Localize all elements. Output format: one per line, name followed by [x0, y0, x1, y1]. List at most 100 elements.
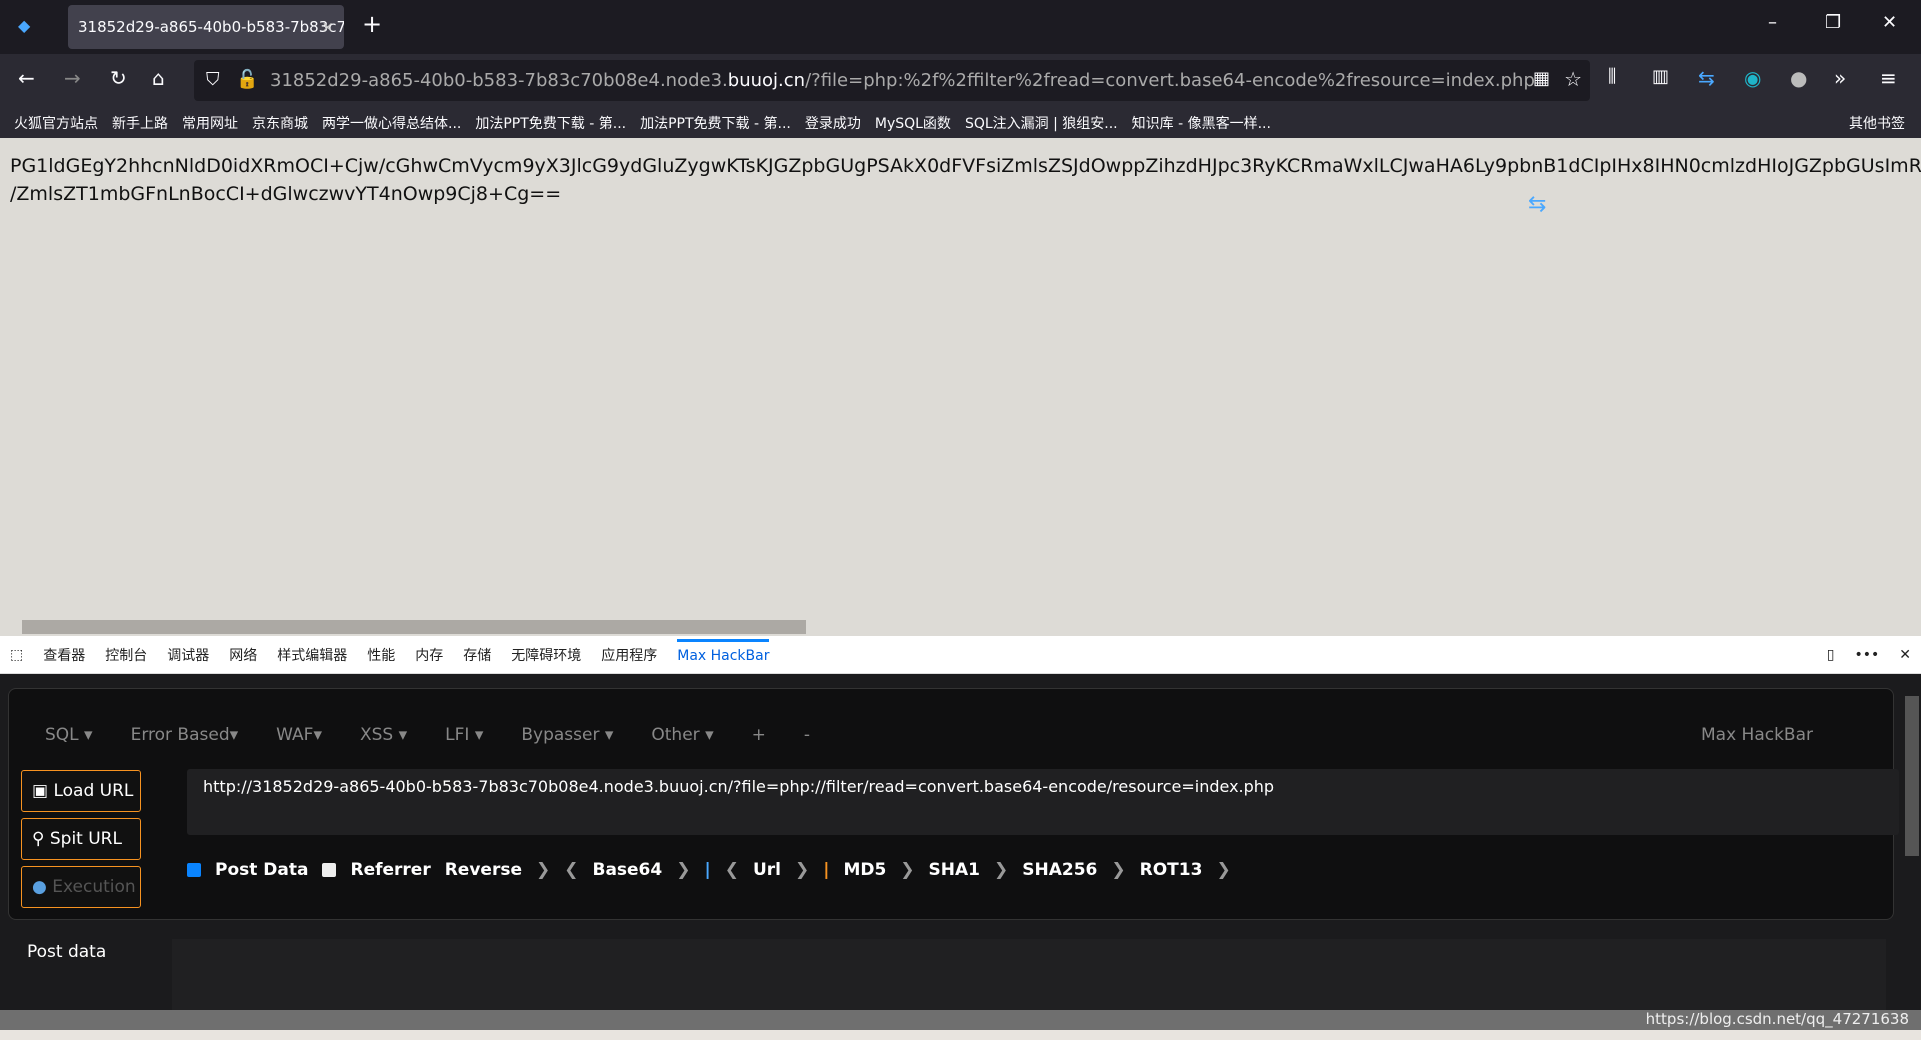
devtools-tab-hackbar[interactable]: Max HackBar [677, 639, 770, 664]
bookmark-item[interactable]: 京东商城 [252, 113, 308, 133]
arrow-left-icon[interactable]: ❮ [725, 860, 739, 880]
url-domain: buuoj.cn [727, 70, 806, 91]
url-button[interactable]: Url [753, 860, 781, 880]
referrer-label[interactable]: Referrer [350, 860, 430, 880]
md5-button[interactable]: MD5 [843, 860, 886, 880]
bookmark-item[interactable]: 两学一做心得总结体... [322, 113, 461, 133]
bookmark-item[interactable]: 新手上路 [112, 113, 168, 133]
menu-lfi[interactable]: LFI ▾ [445, 725, 483, 745]
bookmark-item[interactable]: SQL注入漏洞 | 狼组安... [965, 113, 1118, 133]
tab-title: 31852d29-a865-40b0-b583-7b83c70b08e4 [78, 18, 344, 36]
extension-icon[interactable]: ◉ [1744, 66, 1761, 90]
devtools-tab[interactable]: 性能 [367, 645, 395, 665]
more-icon[interactable]: ••• [1854, 647, 1879, 663]
post-data-checkbox[interactable] [187, 863, 201, 877]
devtools-tab[interactable]: 控制台 [105, 645, 147, 665]
arrow-right-icon[interactable]: ❯ [900, 860, 914, 880]
arrow-right-icon[interactable]: ❯ [795, 860, 809, 880]
menu-error-based[interactable]: Error Based▾ [131, 725, 239, 745]
execute-icon: ● [32, 877, 53, 897]
close-devtools-icon[interactable]: ✕ [1899, 647, 1911, 663]
bookmark-star-icon[interactable]: ☆ [1564, 67, 1582, 91]
browser-tab[interactable]: 31852d29-a865-40b0-b583-7b83c70b08e4× [68, 5, 344, 49]
library-icon[interactable]: ⫼ [1608, 66, 1616, 87]
horizontal-scrollbar[interactable] [0, 616, 1921, 636]
arrow-right-icon[interactable]: ❯ [676, 860, 690, 880]
arrow-right-icon[interactable]: ❯ [1216, 860, 1230, 880]
close-window-button[interactable]: ✕ [1882, 12, 1897, 33]
devtools-tab[interactable]: 样式编辑器 [277, 645, 347, 665]
minimize-button[interactable]: – [1768, 12, 1777, 33]
load-url-label: Load URL [53, 781, 134, 801]
qr-code-icon[interactable]: ▦ [1533, 68, 1550, 89]
close-tab-icon[interactable]: × [321, 5, 334, 49]
reload-button[interactable]: ↻ [110, 66, 127, 90]
sha256-button[interactable]: SHA256 [1022, 860, 1097, 880]
sidebar-icon[interactable]: ▥ [1652, 66, 1669, 87]
back-button[interactable]: ← [18, 66, 35, 90]
dock-icon[interactable]: ▯ [1827, 647, 1835, 663]
load-icon: ▣ [32, 781, 54, 801]
scrollbar-thumb[interactable] [1905, 696, 1919, 856]
devtools-tab[interactable]: 查看器 [43, 645, 85, 665]
floating-refresh-icon[interactable]: ⇆ [1528, 192, 1546, 217]
menu-sql[interactable]: SQL ▾ [45, 725, 93, 745]
element-picker-icon[interactable]: ⬚ [10, 647, 23, 663]
page-content: PG1ldGEgY2hhcnNldD0idXRmOCI+Cjw/cGhwCmVy… [0, 138, 1921, 616]
menu-other[interactable]: Other ▾ [651, 725, 713, 745]
url-bar[interactable]: ⛉ 🔓 31852d29-a865-40b0-b583-7b83c70b08e4… [194, 60, 1590, 101]
favicon-icon: ◆ [18, 16, 31, 35]
split-url-button[interactable]: ⚲ Spit URL [21, 818, 141, 860]
url-textarea[interactable]: http://31852d29-a865-40b0-b583-7b83c70b0… [187, 769, 1899, 835]
arrow-right-icon[interactable]: ❯ [1111, 860, 1125, 880]
bookmark-item[interactable]: 加法PPT免费下载 - 第... [475, 113, 626, 133]
refresh-extension-icon[interactable]: ⇆ [1698, 66, 1715, 90]
post-data-label[interactable]: Post Data [215, 860, 308, 880]
load-url-button[interactable]: ▣ Load URL [21, 770, 141, 812]
home-button[interactable]: ⌂ [152, 66, 165, 90]
overflow-icon[interactable]: » [1834, 66, 1846, 90]
menu-xss[interactable]: XSS ▾ [360, 725, 407, 745]
bookmark-item[interactable]: 火狐官方站点 [14, 113, 98, 133]
bookmark-item[interactable]: 知识库 - 像黑客一样... [1132, 113, 1271, 133]
devtools-tab[interactable]: 应用程序 [601, 645, 657, 665]
forward-button[interactable]: → [64, 66, 81, 90]
base64-button[interactable]: Base64 [592, 860, 662, 880]
devtools-tab[interactable]: 调试器 [167, 645, 209, 665]
menu-bypasser[interactable]: Bypasser ▾ [521, 725, 613, 745]
bookmarks-bar: 火狐官方站点 新手上路 常用网址 京东商城 两学一做心得总结体... 加法PPT… [0, 107, 1921, 138]
other-bookmarks[interactable]: 其他书签 [1849, 113, 1905, 133]
hackbar-menu: SQL ▾ Error Based▾ WAF▾ XSS ▾ LFI ▾ Bypa… [45, 725, 810, 745]
arrow-right-icon[interactable]: ❯ [536, 860, 550, 880]
execution-button[interactable]: ● Execution [21, 866, 141, 908]
insecure-lock-icon[interactable]: 🔓 [236, 69, 258, 90]
arrow-right-icon[interactable]: ❯ [994, 860, 1008, 880]
arrow-left-icon[interactable]: ❮ [564, 860, 578, 880]
options-row: Post Data Referrer Reverse ❯ ❮ Base64 ❯ | ❮… [187, 860, 1231, 880]
divider: | [823, 860, 830, 880]
bookmark-item[interactable]: 常用网址 [182, 113, 238, 133]
reverse-button[interactable]: Reverse [445, 860, 522, 880]
rot13-button[interactable]: ROT13 [1140, 860, 1203, 880]
devtools-tab[interactable]: 无障碍环境 [511, 645, 581, 665]
menu-plus[interactable]: + [752, 725, 766, 745]
bookmark-item[interactable]: 登录成功 [805, 113, 861, 133]
vertical-scrollbar[interactable] [1901, 674, 1921, 1024]
menu-waf[interactable]: WAF▾ [276, 725, 322, 745]
bookmark-item[interactable]: 加法PPT免费下载 - 第... [640, 113, 791, 133]
bookmark-item[interactable]: MySQL函数 [875, 113, 951, 133]
sha1-button[interactable]: SHA1 [929, 860, 980, 880]
devtools-tab[interactable]: 存储 [463, 645, 491, 665]
nav-bar: ← → ↻ ⌂ ⛉ 🔓 31852d29-a865-40b0-b583-7b83… [0, 54, 1921, 107]
menu-minus[interactable]: - [804, 725, 810, 745]
devtools-tab[interactable]: 网络 [229, 645, 257, 665]
scrollbar-thumb[interactable] [22, 620, 806, 634]
devtools-tab[interactable]: 内存 [415, 645, 443, 665]
record-icon[interactable]: ● [1790, 66, 1807, 90]
menu-icon[interactable]: ≡ [1880, 66, 1897, 90]
restore-button[interactable]: ❐ [1825, 12, 1841, 33]
status-bar: https://blog.csdn.net/qq_47271638 [0, 1010, 1921, 1030]
shield-icon[interactable]: ⛉ [206, 69, 220, 90]
new-tab-button[interactable]: + [362, 10, 382, 38]
referrer-checkbox[interactable] [322, 863, 337, 877]
